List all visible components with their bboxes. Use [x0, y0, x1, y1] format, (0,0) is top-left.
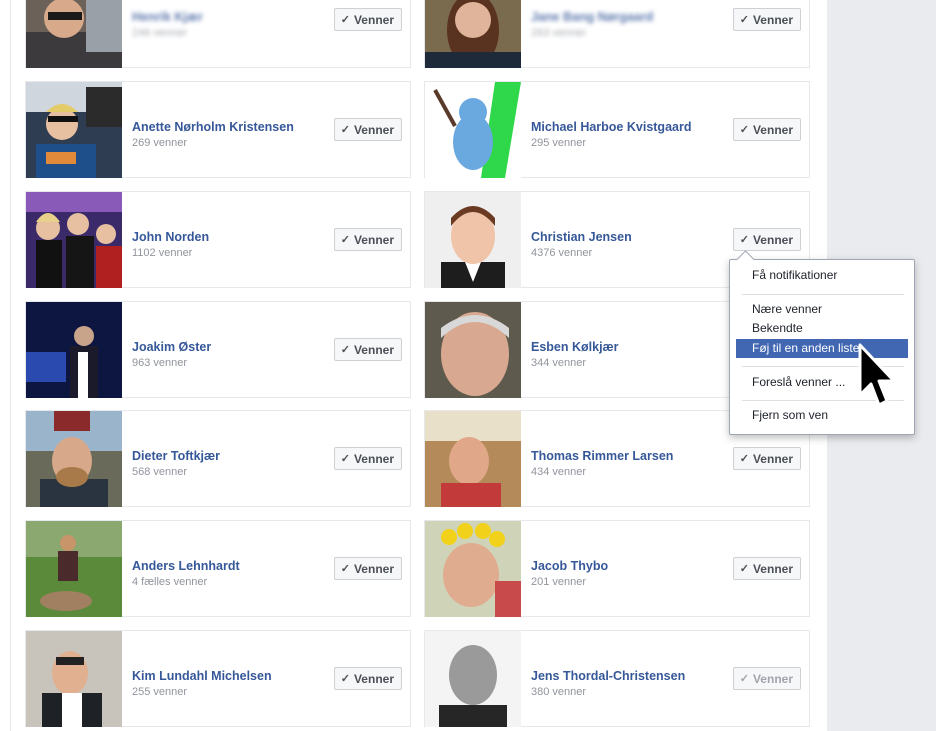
- friend-count: 568 venner: [132, 466, 188, 478]
- avatar[interactable]: [26, 0, 122, 68]
- check-icon: ✓: [739, 673, 749, 685]
- check-icon: ✓: [739, 124, 749, 136]
- friend-count: 344 venner: [531, 357, 587, 369]
- check-icon: ✓: [340, 563, 350, 575]
- friend-count: 246 venner: [132, 27, 188, 39]
- friend-count: 295 venner: [531, 137, 587, 149]
- friends-button[interactable]: ✓ Venner: [732, 228, 801, 251]
- check-icon: ✓: [739, 563, 749, 575]
- friend-name[interactable]: Jens Thordal-Christensen: [531, 669, 685, 683]
- avatar[interactable]: [26, 411, 122, 507]
- avatar[interactable]: [425, 631, 521, 727]
- avatar[interactable]: [26, 82, 122, 178]
- friend-count: 4376 venner: [531, 247, 593, 259]
- friends-button[interactable]: ✓ Venner: [732, 557, 801, 580]
- friend-count: 4 fælles venner: [132, 576, 208, 588]
- check-icon: ✓: [739, 453, 749, 465]
- friend-name[interactable]: Kim Lundahl Michelsen: [132, 669, 272, 683]
- friends-button[interactable]: ✓ Venner: [732, 118, 801, 141]
- friend-name[interactable]: Jane Bang Nørgaard: [531, 10, 653, 24]
- friend-card: Dieter Toftkjær 568 venner ✓ Venner: [25, 410, 411, 507]
- friend-count: 263 venner: [531, 27, 587, 39]
- avatar[interactable]: [425, 521, 521, 617]
- menu-item-close-friends[interactable]: Nære venner: [736, 300, 908, 319]
- friends-button[interactable]: ✓ Venner: [333, 557, 402, 580]
- avatar[interactable]: [425, 411, 521, 507]
- avatar[interactable]: [425, 192, 521, 288]
- friend-name[interactable]: Joakim Øster: [132, 340, 211, 354]
- friend-count: 1102 venner: [132, 247, 193, 259]
- friend-card: Jens Thordal-Christensen 380 venner ✓ Ven…: [424, 630, 810, 727]
- check-icon: ✓: [340, 453, 350, 465]
- friend-name[interactable]: Michael Harboe Kvistgaard: [531, 120, 691, 134]
- friend-name[interactable]: Esben Kølkjær: [531, 340, 619, 354]
- friends-button[interactable]: ✓ Venner: [333, 228, 402, 251]
- friends-button[interactable]: ✓ Venner: [333, 338, 402, 361]
- check-icon: ✓: [340, 673, 350, 685]
- avatar[interactable]: [26, 192, 122, 288]
- page-gutter: [0, 0, 11, 731]
- friend-count: 255 venner: [132, 686, 188, 698]
- friend-count: 201 venner: [531, 576, 587, 588]
- friend-name[interactable]: Thomas Rimmer Larsen: [531, 449, 673, 463]
- friend-card: Jane Bang Nørgaard 263 venner ✓ Venner: [424, 0, 810, 68]
- friend-name[interactable]: Anders Lehnhardt: [132, 559, 240, 573]
- friend-card: Michael Harboe Kvistgaard 295 venner ✓ Ve…: [424, 81, 810, 178]
- friends-button[interactable]: ✓ Venner: [333, 118, 402, 141]
- friend-name[interactable]: Christian Jensen: [531, 230, 632, 244]
- avatar[interactable]: [425, 82, 521, 178]
- friend-name[interactable]: Jacob Thybo: [531, 559, 608, 573]
- menu-item-acquaintances[interactable]: Bekendte: [736, 319, 908, 338]
- menu-item-notifications[interactable]: Få notifikationer: [736, 266, 908, 285]
- mouse-pointer-icon: [858, 343, 896, 407]
- friend-card: John Norden 1102 venner ✓ Venner: [25, 191, 411, 288]
- check-icon: ✓: [340, 124, 350, 136]
- check-icon: ✓: [340, 344, 350, 356]
- friends-button[interactable]: ✓ Venner: [732, 8, 801, 31]
- avatar[interactable]: [26, 521, 122, 617]
- friends-button[interactable]: ✓ Venner: [333, 667, 402, 690]
- friend-card: Jacob Thybo 201 venner ✓ Venner: [424, 520, 810, 617]
- friend-card: Anette Nørholm Kristensen 269 venner ✓ Ve…: [25, 81, 411, 178]
- check-icon: ✓: [739, 14, 749, 26]
- friend-name[interactable]: Anette Nørholm Kristensen: [132, 120, 294, 134]
- friend-card: Anders Lehnhardt 4 fælles venner ✓ Venner: [25, 520, 411, 617]
- avatar[interactable]: [425, 0, 521, 68]
- friend-count: 380 venner: [531, 686, 587, 698]
- friends-button[interactable]: ✓ Venner: [333, 447, 402, 470]
- friends-button[interactable]: ✓ Venner: [333, 8, 402, 31]
- check-icon: ✓: [340, 14, 350, 26]
- friend-name[interactable]: Dieter Toftkjær: [132, 449, 220, 463]
- friend-count: 963 venner: [132, 357, 188, 369]
- friend-card: Kim Lundahl Michelsen 255 venner ✓ Venner: [25, 630, 411, 727]
- avatar[interactable]: [26, 631, 122, 727]
- friend-count: 434 venner: [531, 466, 587, 478]
- friend-name[interactable]: John Norden: [132, 230, 209, 244]
- friends-button[interactable]: ✓ Venner: [732, 447, 801, 470]
- friend-card: Henrik Kjær 246 venner ✓ Venner: [25, 0, 411, 68]
- friend-count: 269 venner: [132, 137, 188, 149]
- avatar[interactable]: [26, 302, 122, 398]
- check-icon: ✓: [340, 234, 350, 246]
- friends-button[interactable]: ✓ Venner: [732, 667, 801, 690]
- friend-card: Joakim Øster 963 venner ✓ Venner: [25, 301, 411, 398]
- friend-name[interactable]: Henrik Kjær: [132, 10, 203, 24]
- check-icon: ✓: [739, 234, 749, 246]
- avatar[interactable]: [425, 302, 521, 398]
- menu-divider: [742, 294, 904, 295]
